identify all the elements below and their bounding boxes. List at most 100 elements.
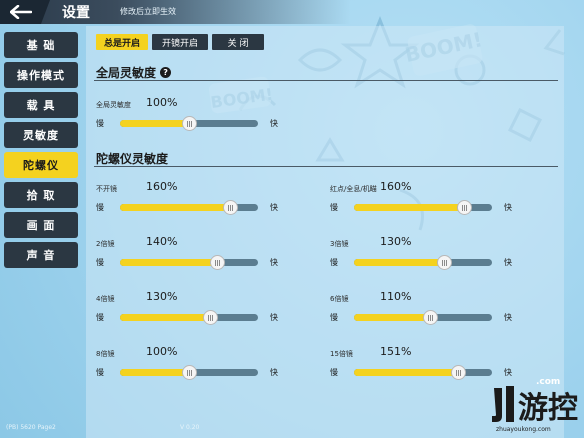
slider-label: 4倍镜	[96, 295, 115, 303]
slider-thumb[interactable]	[182, 365, 197, 380]
sidebar-item-basic[interactable]: 基 础	[4, 32, 78, 58]
tab-always-on[interactable]: 总是开启	[96, 34, 149, 50]
slider-value: 130%	[380, 235, 412, 248]
sidebar-item-sensitivity[interactable]: 灵敏度	[4, 122, 78, 148]
slow-label: 慢	[96, 258, 104, 267]
slow-label: 慢	[96, 368, 104, 377]
slider-fill	[120, 120, 189, 127]
slider-value: 130%	[146, 290, 178, 303]
slider-thumb[interactable]	[457, 200, 472, 215]
slider-8x: 8倍镜 100% 慢 快	[96, 345, 278, 395]
slow-label: 慢	[330, 258, 338, 267]
global-sensitivity-title-text: 全局灵敏度	[96, 66, 157, 80]
slider-thumb[interactable]	[182, 116, 197, 131]
slider-fill	[120, 314, 210, 321]
slider-6x: 6倍镜 110% 慢 快	[330, 290, 512, 340]
slider-label: 不开镜	[96, 185, 117, 193]
slider-track[interactable]	[354, 310, 492, 325]
svg-text:游控: 游控	[518, 391, 578, 426]
slider-track[interactable]	[120, 116, 258, 131]
slider-value: 160%	[146, 180, 178, 193]
slider-3x: 3倍镜 130% 慢 快	[330, 235, 512, 285]
slider-track[interactable]	[120, 200, 258, 215]
slow-label: 慢	[330, 368, 338, 377]
fast-label: 快	[270, 203, 278, 212]
build-info: (PB) 5620 Page2	[6, 424, 56, 431]
slow-label: 慢	[96, 203, 104, 212]
slider-fill	[354, 259, 444, 266]
fast-label: 快	[504, 368, 512, 377]
help-icon[interactable]: ?	[160, 67, 172, 78]
watermark-url: zhuayoukong.com	[496, 426, 551, 433]
fast-label: 快	[270, 313, 278, 322]
slow-label: 慢	[330, 203, 338, 212]
slider-label: 15倍镜	[330, 350, 353, 358]
slider-label: 6倍镜	[330, 295, 349, 303]
slider-fill	[354, 369, 458, 376]
slider-track[interactable]	[354, 200, 492, 215]
fast-label: 快	[270, 258, 278, 267]
slider-thumb[interactable]	[223, 200, 238, 215]
slider-track[interactable]	[354, 365, 492, 380]
slider-track[interactable]	[354, 255, 492, 270]
slider-red-dot: 红点/全息/机瞄 160% 慢 快	[330, 180, 512, 230]
slider-thumb[interactable]	[203, 310, 218, 325]
slider-thumb[interactable]	[210, 255, 225, 270]
slider-value: 100%	[146, 96, 178, 109]
slider-value: 151%	[380, 345, 412, 358]
sidebar-item-graphics[interactable]: 画 面	[4, 212, 78, 238]
gyro-sensitivity-title-text: 陀螺仪灵敏度	[96, 152, 169, 166]
slow-label: 慢	[96, 313, 104, 322]
slider-no-scope: 不开镜 160% 慢 快	[96, 180, 278, 230]
slider-global: 全局灵敏度 100% 慢 快	[96, 96, 278, 146]
slider-thumb[interactable]	[451, 365, 466, 380]
slow-label: 慢	[96, 119, 104, 128]
slider-4x: 4倍镜 130% 慢 快	[96, 290, 278, 340]
slider-value: 140%	[146, 235, 178, 248]
slider-label: 全局灵敏度	[96, 101, 131, 109]
slider-label: 3倍镜	[330, 240, 349, 248]
slider-15x: 15倍镜 151% 慢 快	[330, 345, 512, 395]
settings-hint: 修改后立即生效	[120, 7, 176, 16]
sidebar-item-gyroscope[interactable]: 陀螺仪	[4, 152, 78, 178]
watermark-logo: 游控	[492, 386, 578, 426]
sidebar-item-control-mode[interactable]: 操作模式	[4, 62, 78, 88]
slider-value: 100%	[146, 345, 178, 358]
slider-thumb[interactable]	[423, 310, 438, 325]
slider-value: 160%	[380, 180, 412, 193]
gyro-sensitivity-title: 陀螺仪灵敏度	[96, 150, 168, 167]
slider-fill	[354, 204, 464, 211]
slider-value: 110%	[380, 290, 412, 303]
section-divider	[94, 80, 558, 81]
slider-fill	[120, 369, 189, 376]
slider-label: 8倍镜	[96, 350, 115, 358]
sidebar-item-sound[interactable]: 声 音	[4, 242, 78, 268]
version-info: V 0.20	[180, 424, 200, 431]
slider-track[interactable]	[120, 365, 258, 380]
slow-label: 慢	[330, 313, 338, 322]
section-divider	[94, 166, 558, 167]
slider-2x: 2倍镜 140% 慢 快	[96, 235, 278, 285]
sidebar: 基 础 操作模式 载 具 灵敏度 陀螺仪 拾 取 画 面 声 音	[4, 32, 78, 272]
slider-fill	[120, 204, 230, 211]
tab-off[interactable]: 关 闭	[212, 34, 265, 50]
slider-thumb[interactable]	[437, 255, 452, 270]
slider-fill	[120, 259, 217, 266]
slider-track[interactable]	[120, 255, 258, 270]
fast-label: 快	[504, 313, 512, 322]
tab-scope-on[interactable]: 开镜开启	[152, 34, 209, 50]
global-sensitivity-title: 全局灵敏度 ?	[96, 64, 172, 81]
page-title: 设置	[62, 5, 90, 21]
fast-label: 快	[504, 258, 512, 267]
slider-fill	[354, 314, 430, 321]
slider-label: 红点/全息/机瞄	[330, 185, 377, 193]
fast-label: 快	[270, 119, 278, 128]
sidebar-item-vehicle[interactable]: 载 具	[4, 92, 78, 118]
slider-track[interactable]	[120, 310, 258, 325]
fast-label: 快	[270, 368, 278, 377]
sidebar-item-pickup[interactable]: 拾 取	[4, 182, 78, 208]
arrow-left-icon	[10, 5, 32, 19]
slider-label: 2倍镜	[96, 240, 115, 248]
fast-label: 快	[504, 203, 512, 212]
gyro-mode-tabs: 总是开启 开镜开启 关 闭	[96, 34, 265, 50]
